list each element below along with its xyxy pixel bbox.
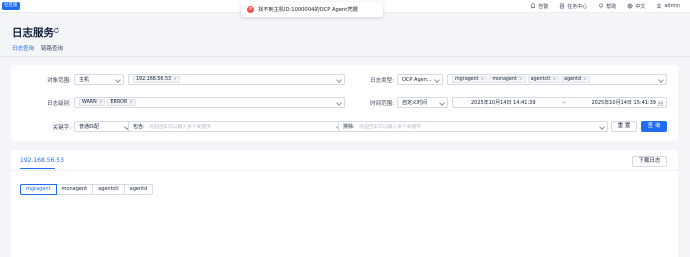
log-type-category-select[interactable]: OCP Agen... [397,74,443,85]
download-log-button[interactable]: 下载日志 [632,156,667,167]
filter-panel: 对象范围: 主机 192.168.56.53 × 日志类型: OCP Agen..… [11,65,678,141]
log-type-chip-label: agentd [564,77,582,82]
calendar-icon [658,101,663,106]
agent-segmented-control: mgragent monagent agentctl agentd [20,184,154,195]
log-type-chip-label: mgragent [455,77,479,82]
include-placeholder: 点击回车可以输入多个关键字 [148,125,212,130]
agent-tab-mgragent[interactable]: mgragent [20,184,57,195]
level-chip-label: ERROR [110,100,128,105]
time-start[interactable]: 2025年10月14日 14:41:39 [471,99,536,106]
scope-label: 对象范围: [47,78,71,84]
level-select[interactable]: WARN × ERROR × [74,97,345,108]
edition-tag: 社区版 [2,2,20,10]
chevron-down-icon [658,77,664,83]
top-nav: 告警 任务中心 帮助 中文 admin [530,0,680,12]
scope-type-select[interactable]: 主机 [74,74,124,85]
host-chip[interactable]: 192.168.56.53 × [133,76,180,83]
exclude-keyword-input[interactable]: 排除: 点击回车可以输入多个关键字 [338,121,608,132]
close-icon[interactable]: × [481,77,485,82]
close-icon[interactable]: × [583,77,587,82]
match-mode-select[interactable]: 普通匹配 [74,121,133,132]
log-type-chip[interactable]: agentd × [561,76,590,83]
help-icon [599,3,604,9]
top-nav-label: 告警 [538,3,549,10]
level-label: 日志级别: [47,101,71,107]
page-title: 日志服务 [12,27,54,39]
include-label: 包含: [133,124,145,130]
top-nav-task-center[interactable]: 任务中心 [559,3,587,10]
agent-tab-monagent[interactable]: monagent [56,184,94,195]
top-nav-label: 帮助 [606,3,617,10]
log-type-chip-label: monagent [492,77,517,82]
time-separator: → [561,99,566,106]
time-range-picker[interactable]: 2025年10月14日 14:41:39 → 2025年10月14日 15:41… [452,97,667,108]
close-icon[interactable]: × [99,100,103,105]
chevron-down-icon [434,77,440,83]
keyword-label: 关键字: [52,125,71,131]
globe-icon [627,3,633,9]
chevron-down-icon [336,100,342,106]
top-nav-label: 中文 [635,3,646,10]
host-tab[interactable]: 192.168.56.53 [20,157,64,164]
close-icon[interactable]: × [173,77,177,82]
log-type-category-value: OCP Agen... [402,76,432,83]
tabs-divider [0,56,690,57]
agent-tab-agentd[interactable]: agentd [124,184,154,195]
time-end[interactable]: 2025年10月14日 15:41:39 [591,99,656,106]
log-type-chip-label: agentctl [530,77,551,82]
chevron-down-icon [336,77,342,83]
agent-tab-agentctl[interactable]: agentctl [93,184,125,195]
log-type-chip[interactable]: agentctl × [527,76,560,83]
log-type-chip[interactable]: monagent × [489,76,526,83]
query-button[interactable]: 查 询 [641,121,667,132]
match-mode-value: 普通匹配 [79,124,100,130]
user-icon [657,3,662,9]
top-nav-alarm[interactable]: 告警 [530,3,548,10]
top-nav-user[interactable]: admin [656,3,680,9]
chevron-down-icon [115,77,121,83]
log-panel-divider [11,170,678,171]
error-toast: × 找不到主机ID:1000004的OCP Agent凭据 [241,2,383,17]
close-icon[interactable]: × [129,100,133,105]
refresh-icon[interactable] [53,27,60,34]
host-tab-indicator [20,168,55,170]
include-keyword-input[interactable]: 包含: 点击回车可以输入多个关键字 [128,121,345,132]
close-icon[interactable]: × [519,77,523,82]
reset-button[interactable]: 重 置 [611,121,637,132]
task-icon [560,3,565,9]
top-nav-language[interactable]: 中文 [627,3,645,10]
time-mode-select[interactable]: 自定义时间 [397,97,448,108]
toast-message: 找不到主机ID:1000004的OCP Agent凭据 [258,7,358,13]
exclude-label: 排除: [343,124,355,130]
level-chip[interactable]: WARN × [79,99,106,106]
exclude-placeholder: 点击回车可以输入多个关键字 [358,125,422,130]
chevron-down-icon [439,100,445,106]
time-range-label: 时间范围: [370,101,394,107]
top-nav-help[interactable]: 帮助 [598,3,616,10]
level-chip[interactable]: ERROR × [107,99,137,106]
time-mode-value: 自定义时间 [402,100,428,106]
log-type-label: 日志类型: [370,78,394,84]
scope-type-value: 主机 [79,77,90,83]
top-nav-label: 任务中心 [567,3,588,10]
error-icon: × [247,6,254,13]
host-chip-label: 192.168.56.53 [136,77,172,82]
chevron-down-icon [599,124,605,130]
log-type-select[interactable]: mgragent × monagent × agentctl × agentd × [447,74,667,85]
scope-host-select[interactable]: 192.168.56.53 × [128,74,345,85]
top-nav-label: admin [664,3,680,9]
bell-icon [531,3,536,9]
close-icon[interactable]: × [552,77,556,82]
log-panel: 192.168.56.53 下载日志 mgragent monagent age… [11,150,678,257]
log-type-chip[interactable]: mgragent × [452,76,488,83]
level-chip-label: WARN [82,100,97,105]
